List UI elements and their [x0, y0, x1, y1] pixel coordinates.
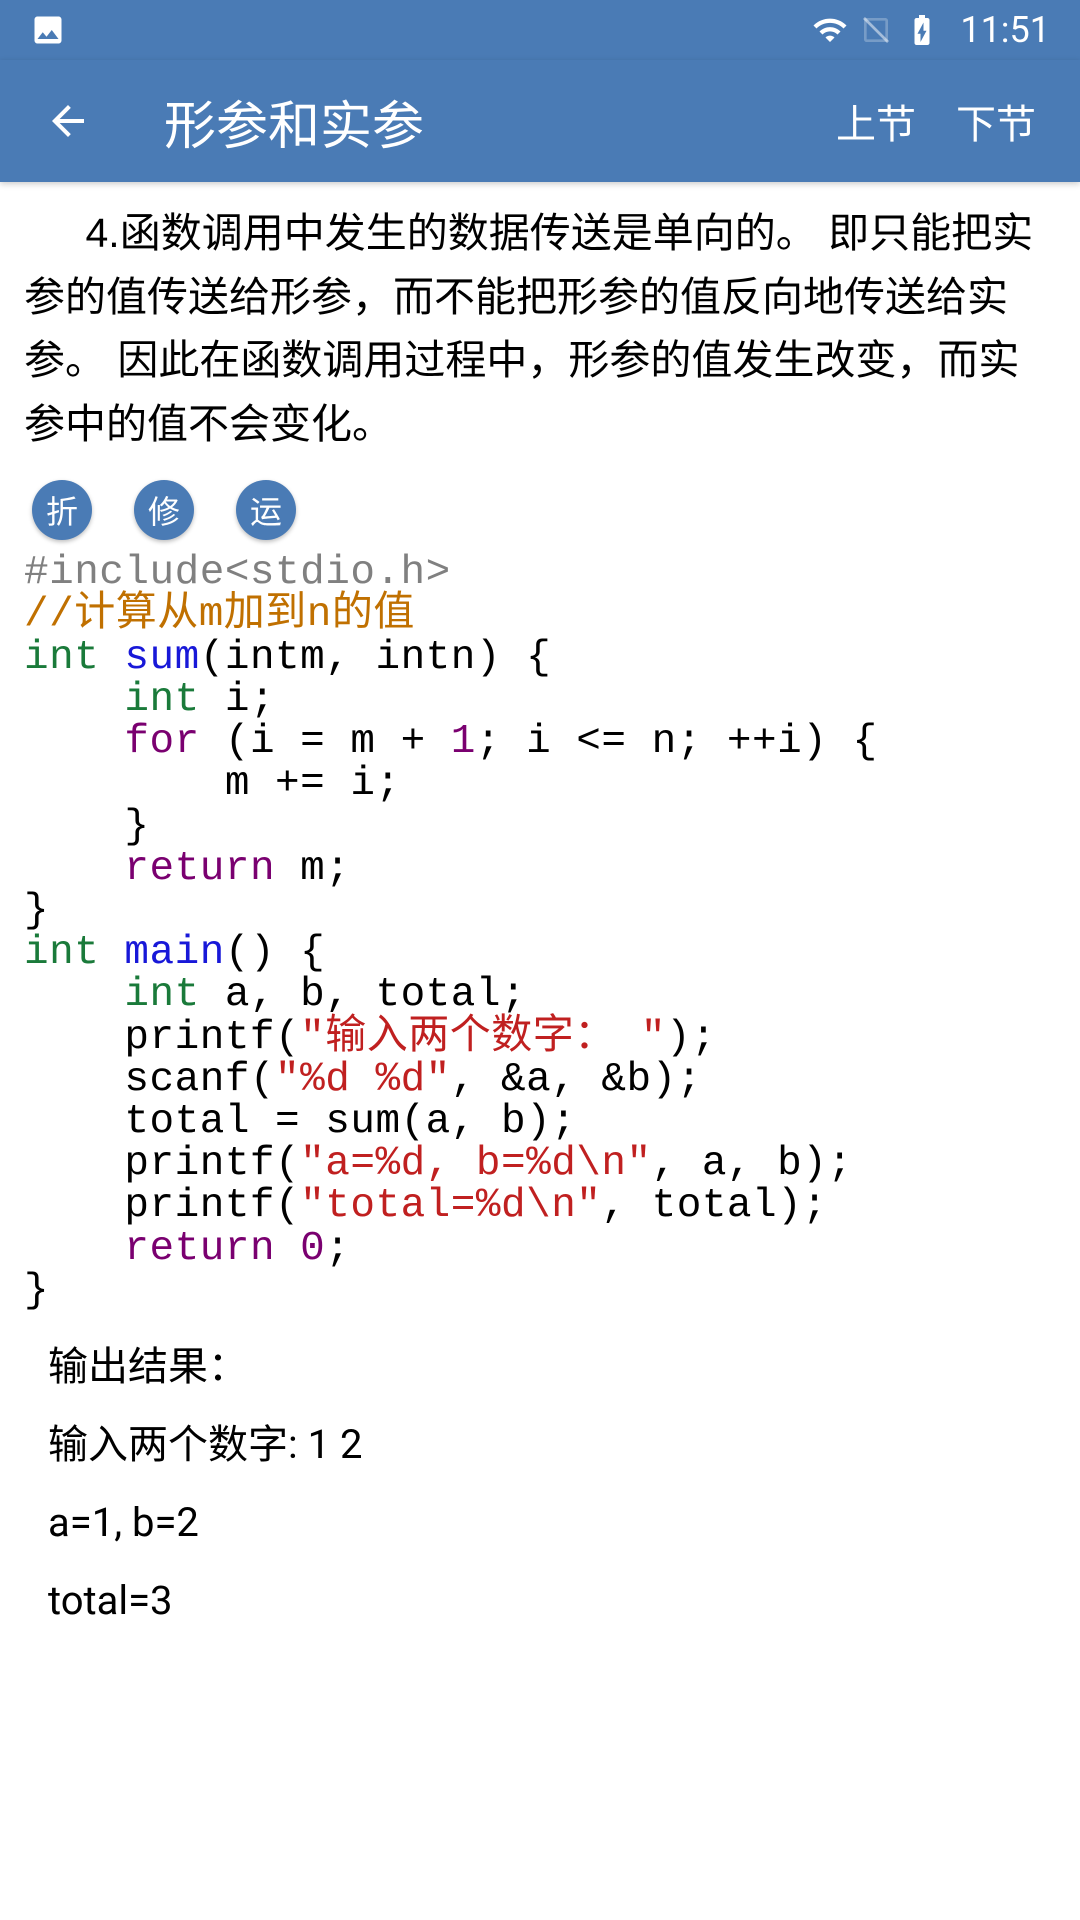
code-token: "%d %d": [275, 1057, 451, 1103]
code-comment: //计算从m加到n的值: [24, 592, 415, 638]
code-token: }: [24, 1268, 49, 1314]
prev-section-button[interactable]: 上节: [836, 92, 916, 150]
back-arrow-icon[interactable]: [44, 97, 92, 145]
code-token: ;: [325, 1226, 350, 1272]
code-token: sum: [124, 635, 199, 681]
code-actions-row: 折 修 运: [32, 480, 1056, 540]
code-token: "输入两个数字： ": [300, 1015, 666, 1061]
output-line: total=3: [48, 1570, 1056, 1632]
code-token: int: [124, 972, 199, 1018]
code-token: for: [124, 719, 199, 765]
fold-button[interactable]: 折: [32, 480, 92, 540]
code-token: "a=%d, b=%d\n": [300, 1141, 651, 1187]
code-token: (intm, intn) {: [200, 635, 551, 681]
app-bar: 形参和实参 上节 下节: [0, 60, 1080, 182]
image-icon: [30, 12, 66, 48]
code-token: (i = m +: [200, 719, 451, 765]
code-token: 1: [451, 719, 476, 765]
status-right: 11:51: [812, 9, 1050, 51]
code-token: return: [124, 1226, 275, 1272]
code-token: printf(: [24, 1015, 300, 1061]
code-token: }: [24, 888, 49, 934]
next-section-button[interactable]: 下节: [956, 92, 1036, 150]
code-token: total = sum(a, b);: [24, 1099, 576, 1145]
code-token: () {: [225, 930, 325, 976]
code-token: i;: [200, 677, 275, 723]
status-time: 11:51: [960, 9, 1050, 51]
code-token: , &a, &b);: [451, 1057, 702, 1103]
page-title: 形参和实参: [164, 84, 796, 159]
no-sim-icon: [860, 14, 892, 46]
code-token: return: [124, 846, 275, 892]
code-token: printf(: [24, 1141, 300, 1187]
code-token: m;: [275, 846, 350, 892]
code-token: , total);: [601, 1183, 827, 1229]
code-token: m += i;: [24, 761, 401, 807]
output-line: a=1, b=2: [48, 1492, 1056, 1554]
code-token: "total=%d\n": [300, 1183, 601, 1229]
code-token: 0: [300, 1226, 325, 1272]
status-bar: 11:51: [0, 0, 1080, 60]
code-include: #include<stdio.h>: [24, 550, 451, 596]
output-heading: 输出结果：: [48, 1336, 1056, 1398]
code-token: , a, b);: [652, 1141, 853, 1187]
battery-charging-icon: [904, 12, 940, 48]
code-token: int: [24, 930, 99, 976]
code-token: }: [24, 804, 150, 850]
code-token: );: [666, 1015, 716, 1061]
run-button[interactable]: 运: [236, 480, 296, 540]
wifi-icon: [812, 12, 848, 48]
explanation-paragraph: 4.函数调用中发生的数据传送是单向的。 即只能把实参的值传送给形参，而不能把形参…: [24, 202, 1056, 456]
code-token: printf(: [24, 1183, 300, 1229]
output-line: 输入两个数字: 1 2: [48, 1414, 1056, 1476]
code-token: int: [24, 635, 99, 681]
code-block: #include<stdio.h> //计算从m加到n的值 int sum(in…: [24, 552, 1056, 1312]
code-token: scanf(: [24, 1057, 275, 1103]
code-token: a, b, total;: [200, 972, 526, 1018]
status-left: [30, 12, 66, 48]
content-area: 4.函数调用中发生的数据传送是单向的。 即只能把实参的值传送给形参，而不能把形参…: [0, 182, 1080, 1652]
code-token: int: [124, 677, 199, 723]
code-token: ; i <= n; ++i) {: [476, 719, 878, 765]
output-section: 输出结果： 输入两个数字: 1 2 a=1, b=2 total=3: [48, 1336, 1056, 1632]
edit-button[interactable]: 修: [134, 480, 194, 540]
code-token: main: [124, 930, 224, 976]
